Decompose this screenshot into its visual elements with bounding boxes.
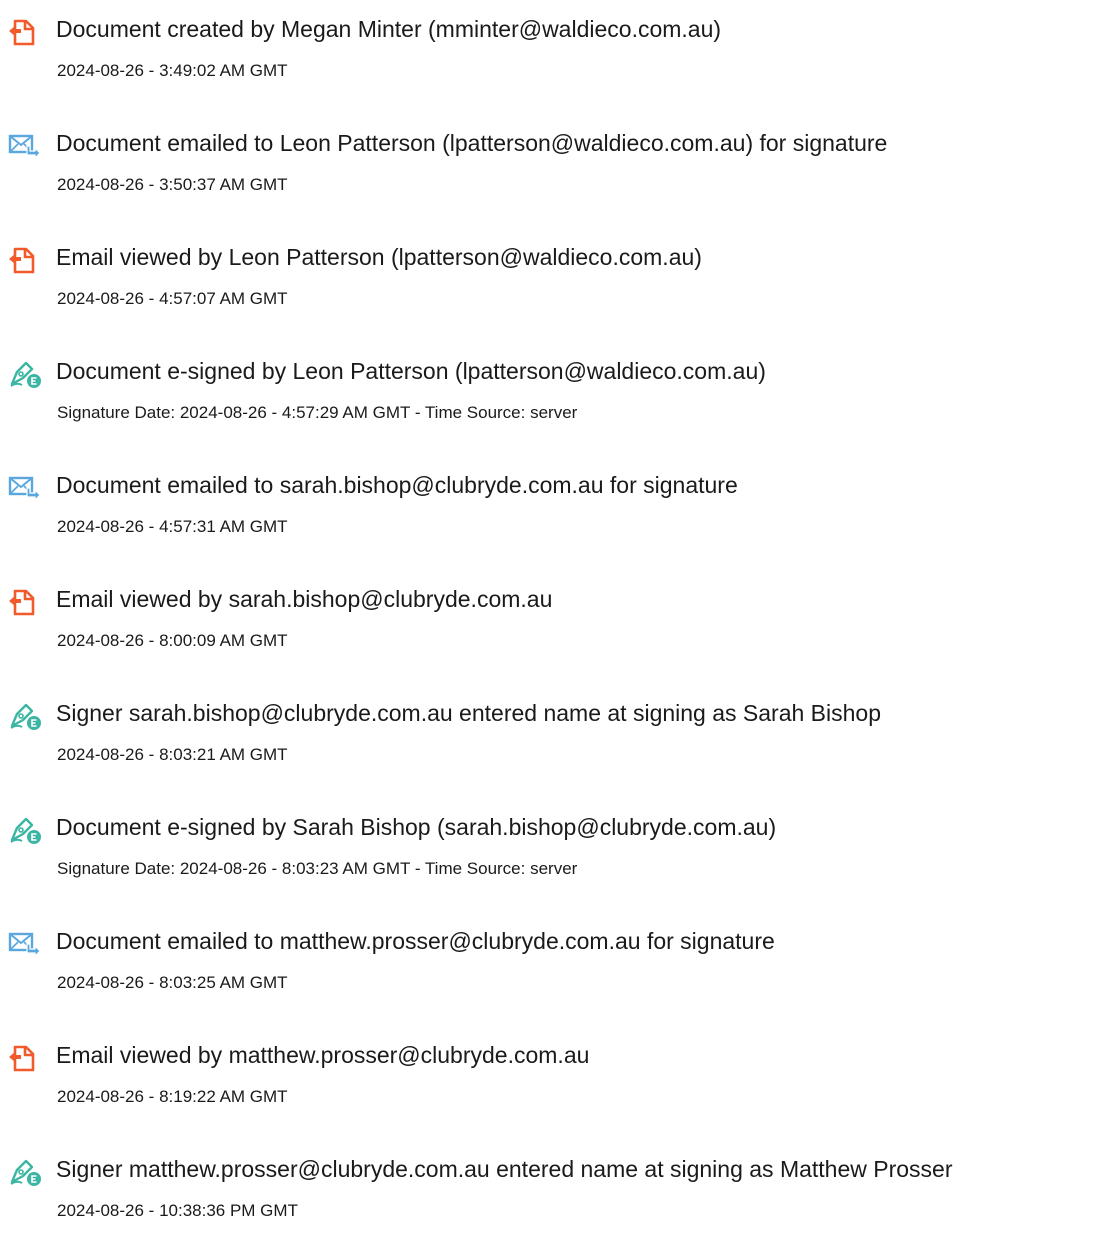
entry-title: Document emailed to Leon Patterson (lpat… bbox=[56, 130, 888, 156]
email-icon bbox=[8, 132, 48, 162]
e-sign-icon bbox=[8, 816, 48, 846]
email-icon bbox=[8, 930, 48, 960]
entry-title: Document emailed to sarah.bishop@clubryd… bbox=[56, 472, 738, 498]
entry-title: Signer sarah.bishop@clubryde.com.au ente… bbox=[56, 700, 882, 726]
email-icon bbox=[8, 474, 48, 504]
audit-entry: Document emailed to sarah.bishop@clubryd… bbox=[0, 470, 1098, 570]
audit-entry: Signer sarah.bishop@clubryde.com.au ente… bbox=[0, 698, 1098, 798]
audit-entry: Signer matthew.prosser@clubryde.com.au e… bbox=[0, 1154, 1098, 1254]
entry-title: Email viewed by matthew.prosser@clubryde… bbox=[56, 1042, 590, 1068]
entry-timestamp: 2024-08-26 - 8:19:22 AM GMT bbox=[57, 1087, 288, 1106]
entry-title: Document created by Megan Minter (mminte… bbox=[56, 16, 722, 42]
audit-entry: Email viewed by Leon Patterson (lpatters… bbox=[0, 242, 1098, 342]
e-sign-icon bbox=[8, 1158, 48, 1188]
entry-timestamp: 2024-08-26 - 4:57:07 AM GMT bbox=[57, 289, 288, 308]
document-icon bbox=[8, 246, 48, 276]
document-icon bbox=[8, 18, 48, 48]
entry-title: Email viewed by Leon Patterson (lpatters… bbox=[56, 244, 702, 270]
entry-timestamp: 2024-08-26 - 3:50:37 AM GMT bbox=[57, 175, 288, 194]
audit-entry: Document created by Megan Minter (mminte… bbox=[0, 14, 1098, 114]
audit-entry: Document e-signed by Leon Patterson (lpa… bbox=[0, 356, 1098, 456]
e-sign-icon bbox=[8, 702, 48, 732]
entry-timestamp: 2024-08-26 - 8:00:09 AM GMT bbox=[57, 631, 288, 650]
entry-signature-date: Signature Date: 2024-08-26 - 8:03:23 AM … bbox=[57, 859, 578, 878]
entry-title: Document e-signed by Sarah Bishop (sarah… bbox=[56, 814, 777, 840]
entry-title: Document emailed to matthew.prosser@club… bbox=[56, 928, 775, 954]
entry-title: Document e-signed by Leon Patterson (lpa… bbox=[56, 358, 766, 384]
document-icon bbox=[8, 588, 48, 618]
entry-timestamp: 2024-08-26 - 10:38:36 PM GMT bbox=[57, 1201, 298, 1220]
entry-title: Email viewed by sarah.bishop@clubryde.co… bbox=[56, 586, 553, 612]
e-sign-icon bbox=[8, 360, 48, 390]
audit-entry: Document e-signed by Sarah Bishop (sarah… bbox=[0, 812, 1098, 912]
entry-signature-date: Signature Date: 2024-08-26 - 4:57:29 AM … bbox=[57, 403, 578, 422]
entry-timestamp: 2024-08-26 - 4:57:31 AM GMT bbox=[57, 517, 288, 536]
entry-timestamp: 2024-08-26 - 8:03:25 AM GMT bbox=[57, 973, 288, 992]
entry-title: Signer matthew.prosser@clubryde.com.au e… bbox=[56, 1156, 953, 1182]
audit-entry: Document emailed to Leon Patterson (lpat… bbox=[0, 128, 1098, 228]
entry-timestamp: 2024-08-26 - 8:03:21 AM GMT bbox=[57, 745, 288, 764]
document-icon bbox=[8, 1044, 48, 1074]
entry-timestamp: 2024-08-26 - 3:49:02 AM GMT bbox=[57, 61, 288, 80]
audit-entry: Document emailed to matthew.prosser@club… bbox=[0, 926, 1098, 1026]
audit-entry: Email viewed by matthew.prosser@clubryde… bbox=[0, 1040, 1098, 1140]
audit-entry: Email viewed by sarah.bishop@clubryde.co… bbox=[0, 584, 1098, 684]
